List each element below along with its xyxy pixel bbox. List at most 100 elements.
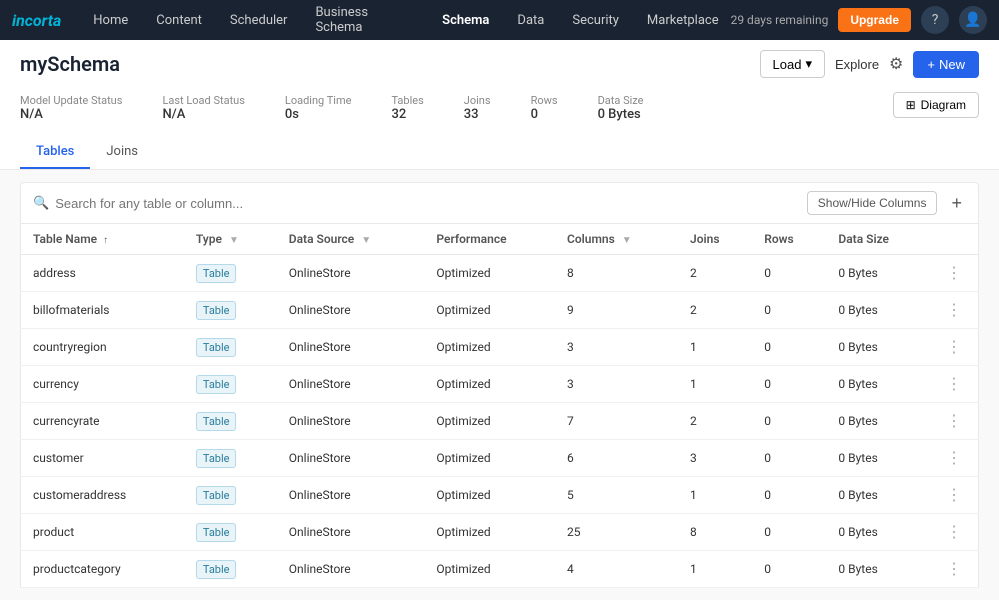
table-row[interactable]: customer Table OnlineStore Optimized 6 3…	[21, 440, 979, 477]
row-more-button[interactable]: ⋮	[942, 448, 966, 468]
stat-data-size: Data Size 0 Bytes	[598, 94, 644, 122]
filter-icon: ▼	[229, 235, 239, 246]
col-data-source[interactable]: Data Source ▼	[277, 224, 425, 255]
cell-rows: 0	[752, 255, 826, 292]
cell-columns: 5	[555, 477, 678, 514]
cell-columns: 4	[555, 551, 678, 588]
cell-columns: 25	[555, 514, 678, 551]
toolbar: 🔍 Show/Hide Columns +	[20, 182, 979, 224]
nav-business-schema[interactable]: Business Schema	[303, 0, 426, 41]
cell-rows: 0	[752, 551, 826, 588]
tab-joins[interactable]: Joins	[90, 136, 154, 169]
cell-type: Table	[184, 514, 277, 551]
row-more-button[interactable]: ⋮	[942, 411, 966, 431]
col-rows[interactable]: Rows	[752, 224, 826, 255]
settings-icon[interactable]: ⚙	[889, 54, 903, 74]
add-table-button[interactable]: +	[947, 193, 966, 214]
row-more-button[interactable]: ⋮	[942, 485, 966, 505]
cell-datasource: OnlineStore	[277, 255, 425, 292]
nav-data[interactable]: Data	[505, 7, 556, 34]
table-row[interactable]: address Table OnlineStore Optimized 8 2 …	[21, 255, 979, 292]
diagram-button[interactable]: ⊞ Diagram	[893, 92, 979, 118]
cell-datasize: 0 Bytes	[826, 514, 930, 551]
col-performance[interactable]: Performance	[424, 224, 555, 255]
table-row[interactable]: countryregion Table OnlineStore Optimize…	[21, 329, 979, 366]
content-area: 🔍 Show/Hide Columns + Table Name ↑ Type …	[0, 170, 999, 600]
cell-type: Table	[184, 551, 277, 588]
cell-joins: 1	[678, 366, 752, 403]
row-more-button[interactable]: ⋮	[942, 522, 966, 542]
col-data-size[interactable]: Data Size	[826, 224, 930, 255]
nav-security[interactable]: Security	[560, 7, 631, 34]
table-row[interactable]: customeraddress Table OnlineStore Optimi…	[21, 477, 979, 514]
row-more-button[interactable]: ⋮	[942, 374, 966, 394]
data-table: Table Name ↑ Type ▼ Data Source ▼ Perfor…	[20, 224, 979, 588]
cell-type: Table	[184, 440, 277, 477]
table-row[interactable]: billofmaterials Table OnlineStore Optimi…	[21, 292, 979, 329]
col-columns[interactable]: Columns ▼	[555, 224, 678, 255]
cell-joins: 8	[678, 514, 752, 551]
table-row[interactable]: product Table OnlineStore Optimized 25 8…	[21, 514, 979, 551]
nav-schema[interactable]: Schema	[430, 7, 501, 34]
cell-type: Table	[184, 292, 277, 329]
cell-performance: Optimized	[424, 403, 555, 440]
tab-tables[interactable]: Tables	[20, 136, 90, 169]
col-joins[interactable]: Joins	[678, 224, 752, 255]
nav-marketplace[interactable]: Marketplace	[635, 7, 731, 34]
cell-more: ⋮	[930, 329, 979, 366]
cell-more: ⋮	[930, 551, 979, 588]
user-icon[interactable]: 👤	[959, 6, 987, 34]
cell-joins: 2	[678, 255, 752, 292]
search-input[interactable]	[55, 196, 355, 211]
type-badge: Table	[196, 264, 237, 283]
show-hide-columns-button[interactable]: Show/Hide Columns	[807, 191, 938, 215]
cell-rows: 0	[752, 514, 826, 551]
col-type[interactable]: Type ▼	[184, 224, 277, 255]
help-icon[interactable]: ?	[921, 6, 949, 34]
stat-joins: Joins 33	[464, 94, 491, 122]
nav-home[interactable]: Home	[81, 7, 140, 34]
cell-datasize: 0 Bytes	[826, 255, 930, 292]
row-more-button[interactable]: ⋮	[942, 263, 966, 283]
cell-rows: 0	[752, 477, 826, 514]
cell-name: customer	[21, 440, 184, 477]
row-more-button[interactable]: ⋮	[942, 300, 966, 320]
page-title: mySchema	[20, 52, 120, 76]
cell-joins: 1	[678, 477, 752, 514]
cell-datasize: 0 Bytes	[826, 440, 930, 477]
cell-datasource: OnlineStore	[277, 440, 425, 477]
cell-datasize: 0 Bytes	[826, 551, 930, 588]
row-more-button[interactable]: ⋮	[942, 337, 966, 357]
nav-right: 29 days remaining Upgrade ? 👤	[731, 6, 987, 34]
col-table-name[interactable]: Table Name ↑	[21, 224, 184, 255]
upgrade-button[interactable]: Upgrade	[838, 8, 911, 32]
filter-icon-columns: ▼	[622, 235, 632, 246]
cell-columns: 7	[555, 403, 678, 440]
table-row[interactable]: currency Table OnlineStore Optimized 3 1…	[21, 366, 979, 403]
nav-content[interactable]: Content	[144, 7, 214, 34]
type-badge: Table	[196, 449, 237, 468]
cell-rows: 0	[752, 403, 826, 440]
cell-performance: Optimized	[424, 329, 555, 366]
table-row[interactable]: productcategory Table OnlineStore Optimi…	[21, 551, 979, 588]
cell-joins: 3	[678, 440, 752, 477]
page-header-top: mySchema Load ▾ Explore ⚙ + New	[20, 50, 979, 78]
table-row[interactable]: currencyrate Table OnlineStore Optimized…	[21, 403, 979, 440]
cell-type: Table	[184, 403, 277, 440]
cell-columns: 3	[555, 329, 678, 366]
cell-rows: 0	[752, 329, 826, 366]
cell-more: ⋮	[930, 514, 979, 551]
cell-joins: 1	[678, 329, 752, 366]
header-actions: Load ▾ Explore ⚙ + New	[760, 50, 979, 78]
type-badge: Table	[196, 301, 237, 320]
cell-more: ⋮	[930, 440, 979, 477]
cell-datasource: OnlineStore	[277, 477, 425, 514]
type-badge: Table	[196, 375, 237, 394]
nav-scheduler[interactable]: Scheduler	[218, 7, 300, 34]
row-more-button[interactable]: ⋮	[942, 559, 966, 579]
new-button[interactable]: + New	[913, 51, 979, 78]
explore-button[interactable]: Explore	[835, 57, 879, 72]
cell-rows: 0	[752, 366, 826, 403]
load-button[interactable]: Load ▾	[760, 50, 825, 78]
cell-datasize: 0 Bytes	[826, 292, 930, 329]
